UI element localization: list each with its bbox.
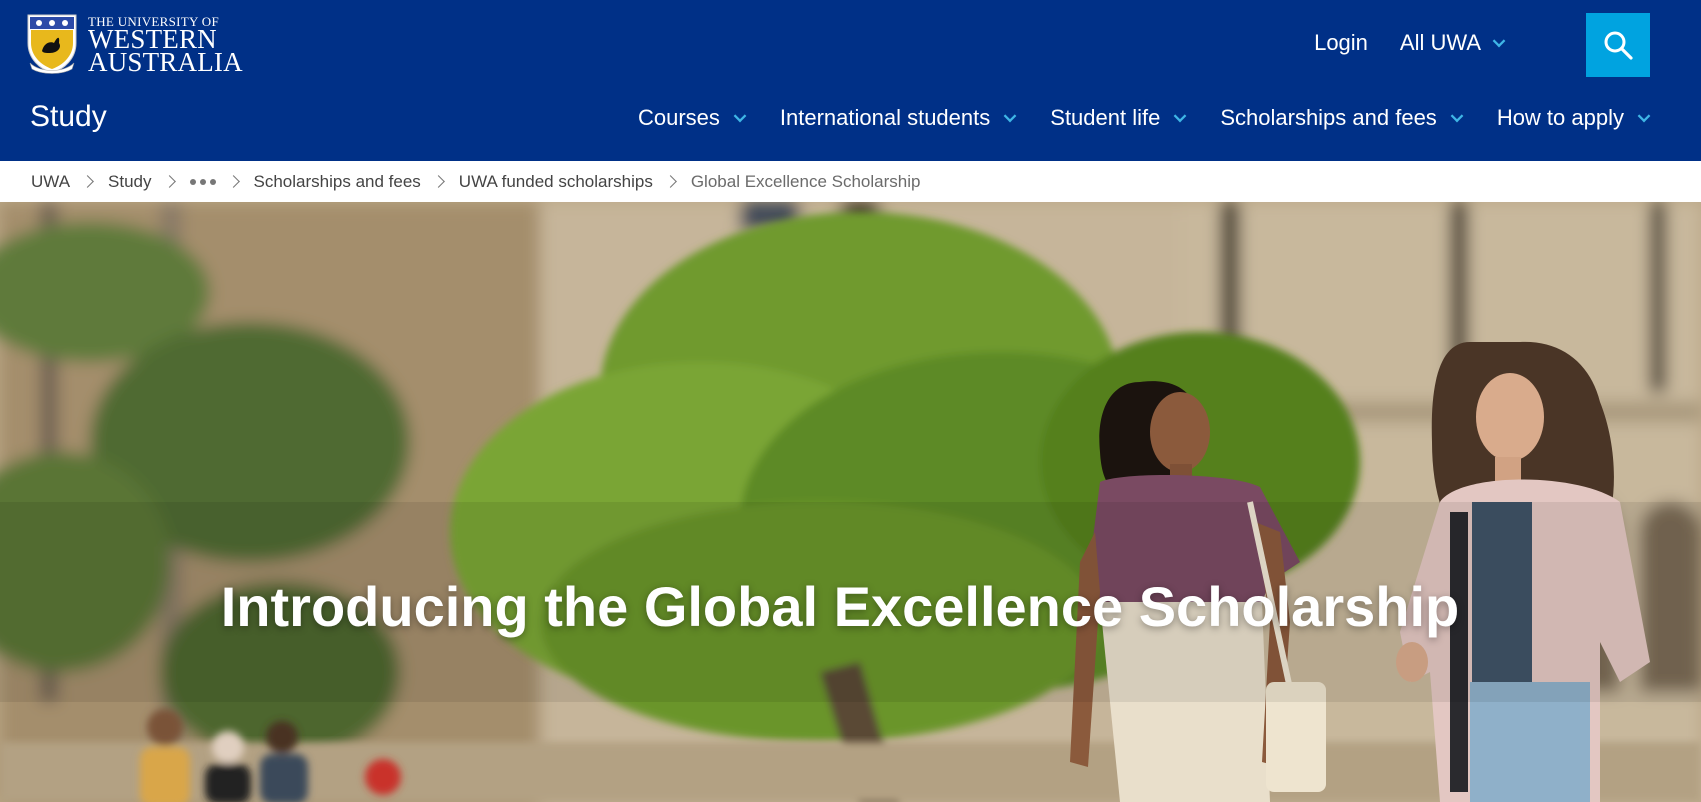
hero-banner: Introducing the Global Excellence Schola… <box>0 202 1701 802</box>
all-uwa-label: All UWA <box>1399 30 1481 55</box>
breadcrumb-scholarships-and-fees[interactable]: Scholarships and fees <box>254 172 421 192</box>
login-link[interactable]: Login <box>1314 30 1368 56</box>
chevron-right-icon <box>226 175 240 188</box>
breadcrumb-uwa[interactable]: UWA <box>31 172 70 192</box>
chevron-down-icon <box>1450 109 1464 123</box>
nav-item-how-to-apply[interactable]: How to apply <box>1496 105 1651 131</box>
nav-item-label: How to apply <box>1496 105 1624 130</box>
logo-line-3: AUSTRALIA <box>88 46 243 77</box>
breadcrumb-study[interactable]: Study <box>108 172 151 192</box>
search-button[interactable] <box>1586 13 1650 77</box>
nav-item-student-life[interactable]: Student life <box>1050 105 1187 131</box>
breadcrumb-uwa-funded-scholarships[interactable]: UWA funded scholarships <box>459 172 653 192</box>
section-title[interactable]: Study <box>30 100 107 134</box>
site-header: THE UNIVERSITY OF WESTERN AUSTRALIA Logi… <box>0 0 1701 161</box>
breadcrumb: UWA Study Scholarships and fees UWA fund… <box>0 161 1701 202</box>
chevron-down-icon <box>1003 109 1017 123</box>
chevron-right-icon <box>81 175 94 188</box>
nav-item-scholarships-and-fees[interactable]: Scholarships and fees <box>1220 105 1464 131</box>
hero-image <box>0 202 1701 802</box>
ellipsis-icon[interactable] <box>189 178 216 185</box>
nav-item-label: International students <box>779 105 991 130</box>
crest-icon <box>27 14 77 74</box>
chevron-right-icon <box>162 175 176 188</box>
nav-item-label: Scholarships and fees <box>1220 105 1437 130</box>
hero-title: Introducing the Global Excellence Schola… <box>220 575 1460 638</box>
nav-item-label: Student life <box>1050 105 1161 130</box>
search-icon <box>1604 31 1633 60</box>
chevron-down-icon <box>1637 109 1651 123</box>
main-nav: Courses International students Student l… <box>637 105 1651 131</box>
chevron-down-icon <box>1173 109 1187 123</box>
nav-item-courses[interactable]: Courses <box>637 105 747 131</box>
logo-wordmark: THE UNIVERSITY OF WESTERN AUSTRALIA <box>88 15 243 77</box>
all-uwa-dropdown[interactable]: All UWA <box>1399 30 1506 56</box>
utility-nav: Login All UWA <box>1314 30 1506 56</box>
chevron-down-icon <box>1492 34 1506 48</box>
chevron-right-icon <box>431 175 445 188</box>
breadcrumb-current: Global Excellence Scholarship <box>690 171 921 191</box>
chevron-down-icon <box>733 109 747 123</box>
chevron-right-icon <box>663 175 677 188</box>
nav-item-label: Courses <box>637 105 720 130</box>
nav-item-international-students[interactable]: International students <box>779 105 1017 131</box>
university-logo[interactable]: THE UNIVERSITY OF WESTERN AUSTRALIA <box>26 13 243 75</box>
